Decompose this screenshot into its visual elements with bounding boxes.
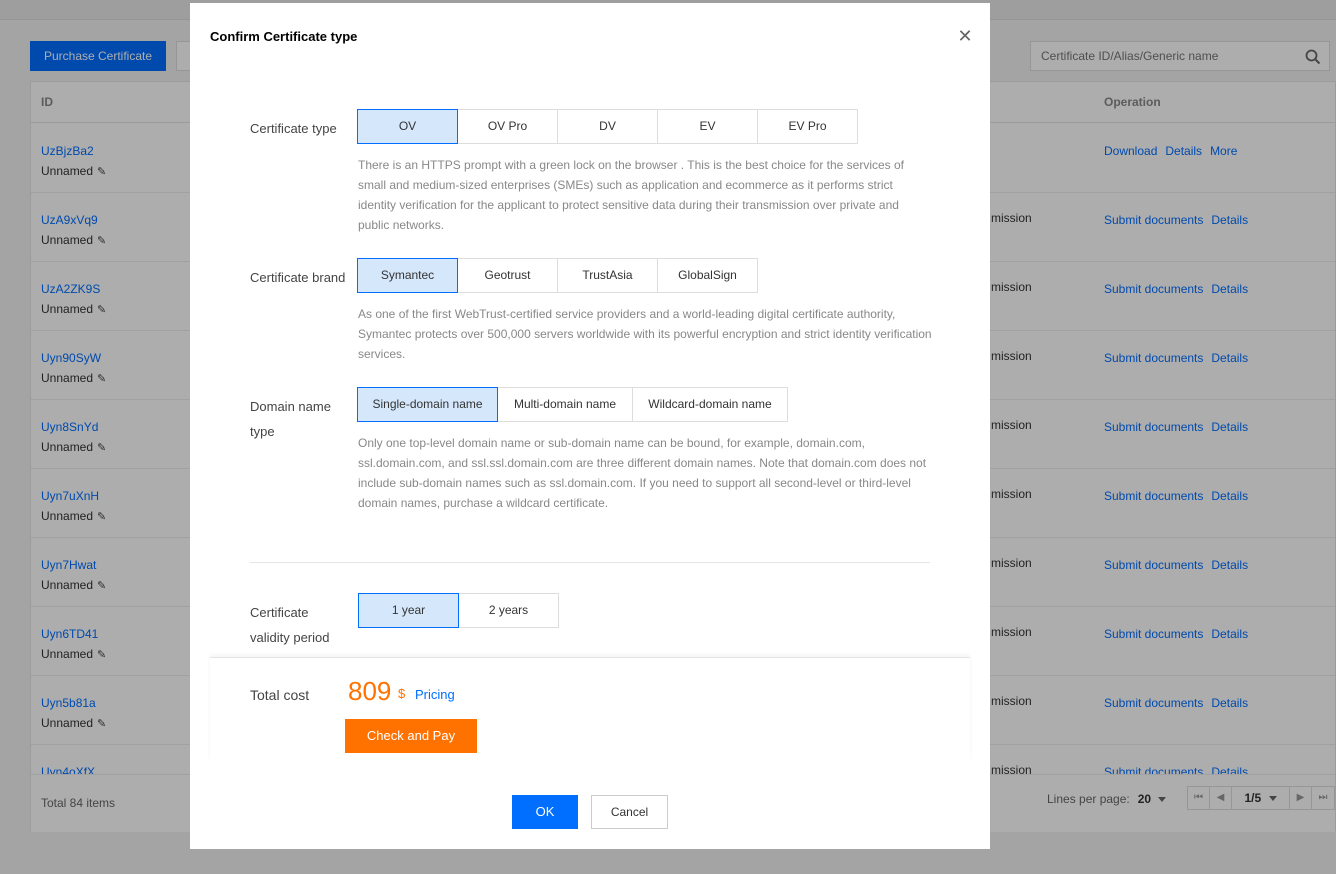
cert-type-option[interactable]: EV Pro <box>757 109 858 144</box>
cert-type-option[interactable]: DV <box>557 109 658 144</box>
certificate-brand-description: As one of the first WebTrust-certified s… <box>358 307 932 361</box>
cost-panel: Total cost 809 $ Pricing Check and Pay <box>210 657 970 761</box>
validity-period-label: Certificate validity period <box>250 605 330 645</box>
certificate-type-label: Certificate type <box>250 121 337 136</box>
cert-type-option[interactable]: OV <box>357 109 458 144</box>
certificate-type-description: There is an HTTPS prompt with a green lo… <box>358 158 905 232</box>
domain-type-option[interactable]: Wildcard-domain name <box>632 387 788 422</box>
domain-name-type-selector: Single-domain name Multi-domain name Wildc… <box>357 387 788 422</box>
certificate-brand-selector: Symantec Geotrust TrustAsia GlobalSign <box>357 258 758 293</box>
validity-option[interactable]: 1 year <box>358 593 459 628</box>
domain-name-type-label: Domain name type <box>250 399 331 439</box>
validity-period-selector: 1 year 2 years <box>358 593 559 628</box>
cert-type-option[interactable]: EV <box>657 109 758 144</box>
section-divider <box>250 562 930 563</box>
cert-brand-option[interactable]: TrustAsia <box>557 258 658 293</box>
check-and-pay-button[interactable]: Check and Pay <box>345 719 477 753</box>
certificate-brand-label: Certificate brand <box>250 270 346 285</box>
modal-title: Confirm Certificate type <box>210 29 358 44</box>
ok-button[interactable]: OK <box>512 795 578 829</box>
cert-brand-option[interactable]: Geotrust <box>457 258 558 293</box>
currency-unit: $ <box>398 686 406 701</box>
cert-brand-option[interactable]: GlobalSign <box>657 258 758 293</box>
domain-name-type-description: Only one top-level domain name or sub-do… <box>358 436 927 510</box>
close-icon[interactable]: ✕ <box>954 25 976 47</box>
total-cost-value: 809 <box>348 676 392 706</box>
domain-type-option[interactable]: Single-domain name <box>357 387 498 422</box>
cert-brand-option[interactable]: Symantec <box>357 258 458 293</box>
certificate-type-selector: OV OV Pro DV EV EV Pro <box>357 109 858 144</box>
domain-type-option[interactable]: Multi-domain name <box>497 387 633 422</box>
validity-option[interactable]: 2 years <box>458 593 559 628</box>
total-cost-label: Total cost <box>250 687 310 703</box>
cert-type-option[interactable]: OV Pro <box>457 109 558 144</box>
confirm-certificate-modal: Confirm Certificate type ✕ Certificate t… <box>190 3 990 849</box>
cancel-button[interactable]: Cancel <box>591 795 668 829</box>
pricing-link[interactable]: Pricing <box>415 687 455 702</box>
